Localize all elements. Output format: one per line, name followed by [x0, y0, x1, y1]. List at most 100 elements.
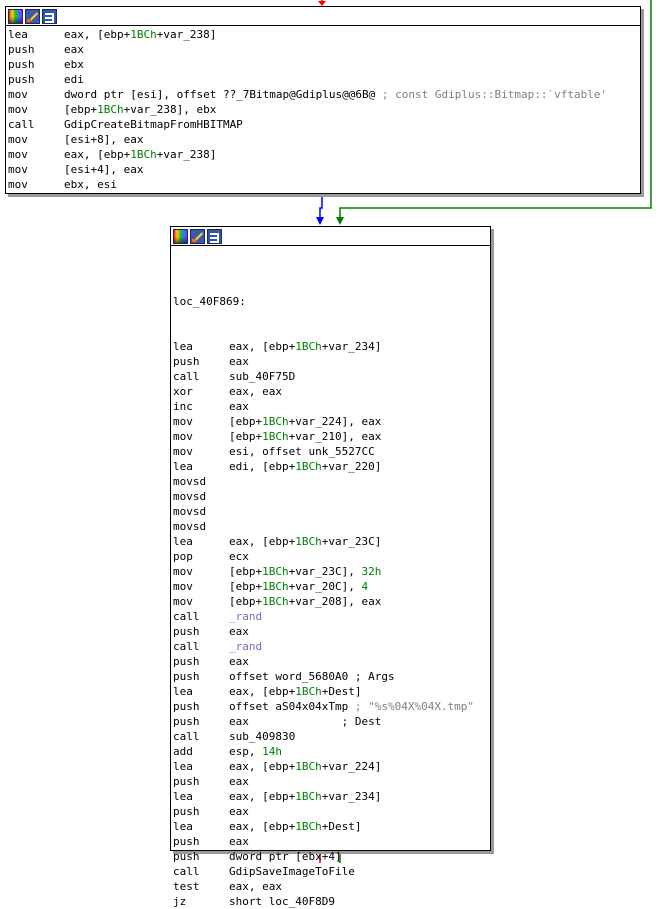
instruction-line[interactable]: push eax	[173, 834, 490, 849]
instruction-line[interactable]: mov [ebp+1BCh+var_208], eax	[173, 594, 490, 609]
instruction-line[interactable]: lea edi, [ebp+1BCh+var_220]	[173, 459, 490, 474]
mnemonic: lea	[173, 760, 193, 773]
operand: eax	[229, 715, 342, 728]
mnemonic: mov	[173, 445, 193, 458]
instruction-line[interactable]: push offset word_5680A0 ; Args	[173, 669, 490, 684]
mnemonic: inc	[173, 400, 193, 413]
graph-overview-icon[interactable]	[207, 228, 222, 244]
instruction-line[interactable]: mov dword ptr [esi], offset ??_7Bitmap@Gd…	[8, 87, 640, 102]
operand: eax	[64, 43, 84, 56]
instruction-line[interactable]: call GdipSaveImageToFile	[173, 864, 490, 879]
instruction-line[interactable]: lea eax, [ebp+1BCh+var_234]	[173, 789, 490, 804]
instruction-line[interactable]: lea eax, [ebp+1BCh+var_224]	[173, 759, 490, 774]
instruction-line[interactable]: movsd	[173, 504, 490, 519]
instruction-line[interactable]: call sub_40F75D	[173, 369, 490, 384]
mnemonic: mov	[8, 178, 28, 191]
instruction-line[interactable]: xor eax, eax	[173, 384, 490, 399]
mnemonic: movsd	[173, 505, 207, 518]
instruction-line[interactable]: mov eax, [ebp+1BCh+var_238]	[8, 147, 640, 162]
instruction-line[interactable]: push dword ptr [ebx+4]	[173, 849, 490, 864]
operand: [ebp+	[229, 565, 263, 578]
disassembly-listing[interactable]: loc_40F869: lea eax, [ebp+1BCh+var_234] pu…	[171, 246, 490, 909]
instruction-line[interactable]: lea eax, [ebp+1BCh+Dest]	[173, 819, 490, 834]
code-label[interactable]: loc_40F869:	[173, 294, 490, 309]
instruction-line[interactable]: push eax	[173, 804, 490, 819]
instruction-line[interactable]: push eax	[8, 42, 640, 57]
graph-color-icon[interactable]	[173, 228, 188, 244]
instruction-line[interactable]: call sub_409830	[173, 729, 490, 744]
operand: [ebp+	[229, 580, 263, 593]
instruction-line[interactable]: mov [ebp+1BCh+var_20C], 4	[173, 579, 490, 594]
instruction-line[interactable]: mov ebx, esi	[8, 177, 640, 192]
instruction-line[interactable]: mov [ebp+1BCh+var_23C], 32h	[173, 564, 490, 579]
mnemonic: mov	[8, 133, 28, 146]
operand: [ebp+	[229, 595, 263, 608]
operand: eax, [ebp+	[64, 28, 131, 41]
instruction-line[interactable]: mov [ebp+1BCh+var_238], ebx	[8, 102, 640, 117]
operand: [esi+8], eax	[64, 133, 144, 146]
instruction-line[interactable]: lea eax, [ebp+1BCh+Dest]	[173, 684, 490, 699]
operand: ; Dest	[341, 715, 382, 728]
instruction-line[interactable]: push edi	[8, 72, 640, 87]
graph-overview-icon[interactable]	[42, 8, 57, 24]
operand: +var_20C],	[288, 580, 362, 593]
mnemonic: movsd	[173, 520, 207, 533]
mnemonic: call	[173, 730, 200, 743]
instruction-line[interactable]: lea eax, [ebp+1BCh+var_238]	[8, 27, 640, 42]
instruction-line[interactable]: mov esi, offset unk_5527CC	[173, 444, 490, 459]
instruction-line[interactable]: test eax, eax	[173, 879, 490, 894]
mnemonic: mov	[8, 148, 28, 161]
operand: eax	[229, 400, 249, 413]
instruction-line[interactable]: push ebx	[8, 57, 640, 72]
numeric-operand: 1BCh	[262, 415, 289, 428]
instruction-line[interactable]: call _rand	[173, 639, 490, 654]
instruction-line[interactable]: push eax	[173, 774, 490, 789]
operand: GdipSaveImageToFile	[229, 865, 355, 878]
disassembly-listing[interactable]: lea eax, [ebp+1BCh+var_238] push eax push ebx…	[6, 26, 640, 192]
instruction-line[interactable]: jz short loc_40F8D9	[173, 894, 490, 909]
instruction-line[interactable]: mov [ebp+1BCh+var_210], eax	[173, 429, 490, 444]
instruction-line[interactable]: movsd	[173, 519, 490, 534]
operand: [ebp+	[229, 415, 263, 428]
instruction-line[interactable]: movsd	[173, 489, 490, 504]
mnemonic: push	[8, 43, 35, 56]
code-block-loc-40f869[interactable]: loc_40F869: lea eax, [ebp+1BCh+var_234] pu…	[170, 226, 491, 908]
edit-block-icon[interactable]	[190, 228, 205, 244]
edit-block-icon[interactable]	[25, 8, 40, 24]
instruction-line[interactable]: movsd	[173, 474, 490, 489]
instruction-line[interactable]: call GdipCreateBitmapFromHBITMAP	[8, 117, 640, 132]
instruction-line[interactable]: lea eax, [ebp+1BCh+var_234]	[173, 339, 490, 354]
numeric-operand: 32h	[361, 565, 382, 578]
operand: offset aS04x04xTmp	[229, 700, 355, 713]
instruction-line[interactable]: mov [esi+8], eax	[8, 132, 640, 147]
instruction-line[interactable]: call _rand	[173, 609, 490, 624]
instruction-line[interactable]: mov [ebp+1BCh+var_224], eax	[173, 414, 490, 429]
edge-taken-blue	[319, 196, 323, 219]
instruction-line[interactable]: pop ecx	[173, 549, 490, 564]
graph-color-icon[interactable]	[8, 8, 23, 24]
instruction-line[interactable]: add esp, 14h	[173, 744, 490, 759]
mnemonic: call	[173, 610, 200, 623]
operand: eax, [ebp+	[229, 790, 296, 803]
instruction-line[interactable]: push eax	[173, 354, 490, 369]
numeric-operand: 1BCh	[262, 595, 289, 608]
mnemonic: lea	[173, 535, 193, 548]
numeric-operand: 1BCh	[262, 430, 289, 443]
instruction-line[interactable]: push offset aS04x04xTmp ; "%s%04X%04X.tmp…	[173, 699, 490, 714]
mnemonic: lea	[173, 820, 193, 833]
operand: eax	[229, 655, 249, 668]
mnemonic: push	[173, 655, 200, 668]
numeric-operand: 1BCh	[295, 685, 322, 698]
mnemonic: lea	[173, 340, 193, 353]
mnemonic: mov	[8, 88, 28, 101]
instruction-line[interactable]: mov [esi+4], eax	[8, 162, 640, 177]
code-block-1[interactable]: lea eax, [ebp+1BCh+var_238] push eax push ebx…	[5, 6, 641, 194]
instruction-line[interactable]: push eax	[173, 624, 490, 639]
mnemonic: push	[173, 850, 200, 863]
instruction-line[interactable]: push eax ; Dest	[173, 714, 490, 729]
instruction-line[interactable]: lea eax, [ebp+1BCh+var_23C]	[173, 534, 490, 549]
operand: +Dest]	[321, 820, 362, 833]
mnemonic: mov	[8, 103, 28, 116]
instruction-line[interactable]: push eax	[173, 654, 490, 669]
instruction-line[interactable]: inc eax	[173, 399, 490, 414]
